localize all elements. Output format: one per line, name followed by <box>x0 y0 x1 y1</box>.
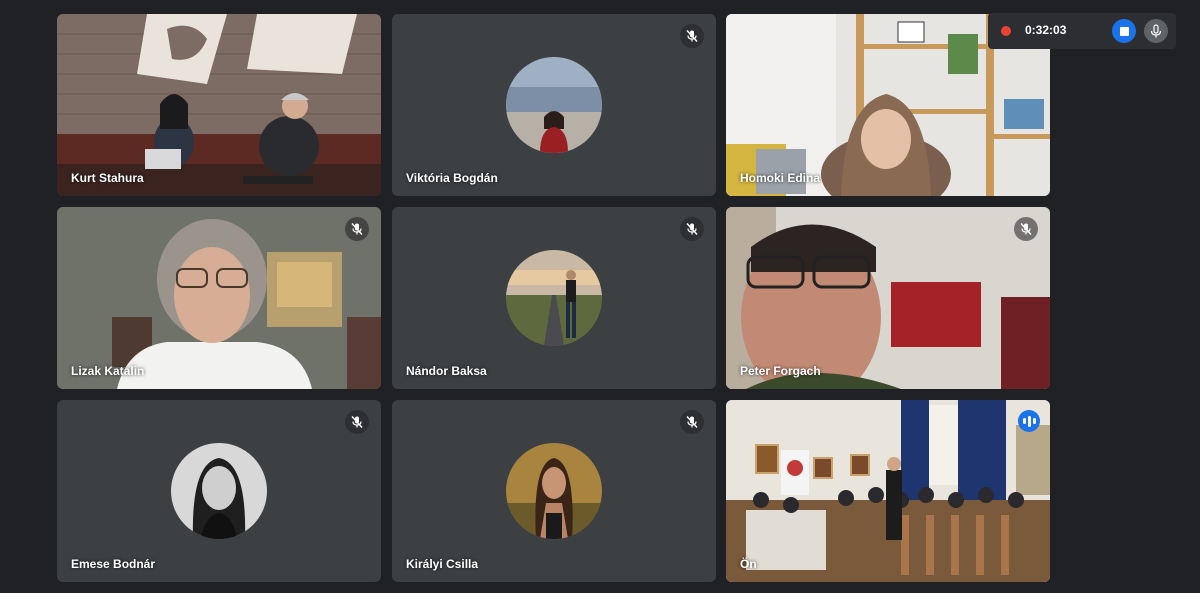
participant-name: Ön <box>740 557 757 571</box>
video-feed <box>57 207 381 389</box>
participant-name: Nándor Baksa <box>406 364 487 378</box>
mic-off-icon <box>345 217 369 241</box>
avatar <box>506 57 602 153</box>
participant-name: Homoki Edina <box>740 171 821 185</box>
mic-off-icon <box>1014 217 1038 241</box>
participant-tile-peter-forgach[interactable]: Peter Forgach <box>726 207 1050 389</box>
avatar <box>506 443 602 539</box>
mic-off-icon <box>680 217 704 241</box>
participant-tile-lizak-katalin[interactable]: Lizak Katalin <box>57 207 381 389</box>
participant-tile-kiralyi-csilla[interactable]: Királyi Csilla <box>392 400 716 582</box>
mic-icon <box>1150 24 1162 38</box>
video-feed <box>57 14 381 196</box>
participant-name: Kurt Stahura <box>71 171 144 185</box>
participant-tile-viktoria-bogdan[interactable]: Viktória Bogdán <box>392 14 716 196</box>
stop-recording-button[interactable] <box>1112 19 1136 43</box>
participant-tile-emese-bodnar[interactable]: Emese Bodnár <box>57 400 381 582</box>
participant-tile-kurt-stahura[interactable]: Kurt Stahura <box>57 14 381 196</box>
participant-name: Peter Forgach <box>740 364 821 378</box>
video-feed <box>726 400 1050 582</box>
participant-name: Lizak Katalin <box>71 364 145 378</box>
mic-off-icon <box>345 410 369 434</box>
recording-toolbar: 0:32:03 <box>988 13 1176 49</box>
stop-icon <box>1119 26 1129 36</box>
mic-button[interactable] <box>1144 19 1168 43</box>
participant-name: Viktória Bogdán <box>406 171 498 185</box>
participant-tile-self[interactable]: Ön <box>726 400 1050 582</box>
mic-off-icon <box>680 410 704 434</box>
avatar <box>171 443 267 539</box>
participant-tile-nandor-baksa[interactable]: Nándor Baksa <box>392 207 716 389</box>
participant-name: Királyi Csilla <box>406 557 479 571</box>
recording-timer: 0:32:03 <box>1025 23 1067 37</box>
mic-off-icon <box>680 24 704 48</box>
video-feed <box>726 207 1050 389</box>
participant-name: Emese Bodnár <box>71 557 156 571</box>
avatar <box>506 250 602 346</box>
record-dot-icon <box>1001 26 1011 36</box>
speaking-indicator-icon <box>1018 410 1040 432</box>
